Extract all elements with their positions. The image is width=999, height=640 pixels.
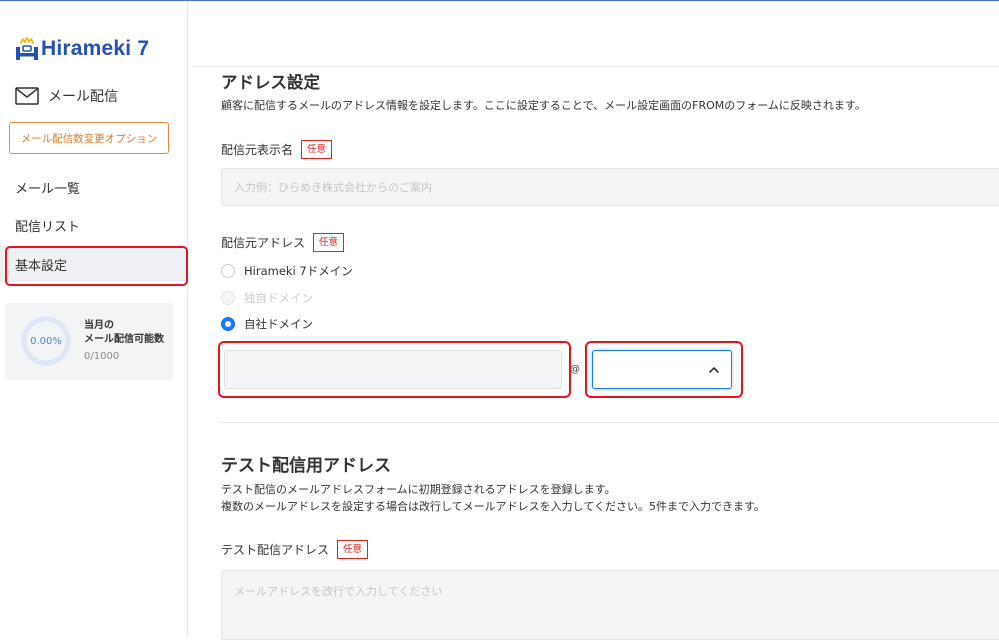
app-logo[interactable]: Hirameki 7 xyxy=(14,27,149,61)
logo-mark-icon xyxy=(14,37,40,61)
radio-label: Hirameki 7ドメイン xyxy=(244,264,353,278)
usage-percent: 0.00% xyxy=(30,335,62,347)
radio-label: 自社ドメイン xyxy=(244,317,313,331)
logo-version: 7 xyxy=(137,37,150,60)
envelope-icon xyxy=(15,87,39,105)
logo-text: Hirameki xyxy=(41,37,132,60)
chevron-up-icon xyxy=(709,367,719,373)
usage-title-line2: メール配信可能数 xyxy=(84,334,164,345)
at-sign: @ xyxy=(570,364,580,375)
radio-label: 独自ドメイン xyxy=(244,291,313,305)
sender-address-label: 配信元アドレス 任意 xyxy=(221,233,345,252)
radio-company-domain[interactable]: 自社ドメイン xyxy=(221,316,313,332)
domain-select[interactable] xyxy=(592,350,732,389)
nav-mail-label: メール配信 xyxy=(48,89,118,105)
test-address-label-text: テスト配信アドレス xyxy=(221,543,330,557)
sidebar-item-delivery-list[interactable]: 配信リスト xyxy=(0,207,188,243)
sidebar-item-basic-settings[interactable]: 基本設定 xyxy=(0,246,188,286)
radio-hirameki-domain[interactable]: Hirameki 7ドメイン xyxy=(221,263,353,279)
main-header-bar xyxy=(189,1,999,67)
usage-title-line1: 当月の xyxy=(84,320,114,331)
mail-quota-option-button[interactable]: メール配信数変更オプション xyxy=(9,122,169,154)
address-settings-description: 顧客に配信するメールのアドレス情報を設定します。ここに設定することで、メール設定… xyxy=(221,99,866,112)
sender-name-label-text: 配信元表示名 xyxy=(221,143,294,157)
sidebar-item-label: 配信リスト xyxy=(15,219,81,235)
main-content: アドレス設定 顧客に配信するメールのアドレス情報を設定します。ここに設定すること… xyxy=(189,1,999,640)
radio-custom-domain: 独自ドメイン xyxy=(221,290,313,306)
email-local-part-input[interactable] xyxy=(224,350,562,389)
sidebar-item-mail-list[interactable]: メール一覧 xyxy=(0,169,188,205)
address-settings-title: アドレス設定 xyxy=(221,73,320,92)
nav-mail-delivery[interactable]: メール配信 xyxy=(15,85,118,107)
test-address-textarea[interactable]: メールアドレスを改行で入力してください xyxy=(221,570,999,640)
usage-title: 当月の メール配信可能数 xyxy=(84,319,172,347)
sender-address-label-text: 配信元アドレス xyxy=(221,236,306,250)
optional-badge: 任意 xyxy=(301,140,333,159)
monthly-usage-card: 0.00% 当月の メール配信可能数 0/1000 xyxy=(5,303,173,380)
sidebar-item-label: メール一覧 xyxy=(15,181,81,197)
optional-badge: 任意 xyxy=(337,540,369,559)
test-address-label: テスト配信アドレス 任意 xyxy=(221,540,369,559)
optional-badge: 任意 xyxy=(313,233,345,252)
radio-disabled-icon xyxy=(221,291,235,305)
test-address-title: テスト配信用アドレス xyxy=(221,456,391,476)
section-divider xyxy=(221,422,999,423)
radio-checked-icon xyxy=(221,317,235,331)
radio-unchecked-icon xyxy=(221,264,235,278)
sidebar: Hirameki 7 メール配信 メール配信数変更オプション メール一覧 配信リ… xyxy=(0,1,188,637)
usage-count: 0/1000 xyxy=(84,351,120,362)
test-address-description-1: テスト配信のメールアドレスフォームに初期登録されるアドレスを登録します。 xyxy=(221,483,616,496)
sender-name-input[interactable]: 入力例：ひらめき株式会社からのご案内 xyxy=(221,168,999,206)
test-address-description-2: 複数のメールアドレスを設定する場合は改行してメールアドレスを入力してください。5… xyxy=(221,500,765,513)
sidebar-item-label: 基本設定 xyxy=(15,258,68,274)
sender-name-label: 配信元表示名 任意 xyxy=(221,140,333,159)
